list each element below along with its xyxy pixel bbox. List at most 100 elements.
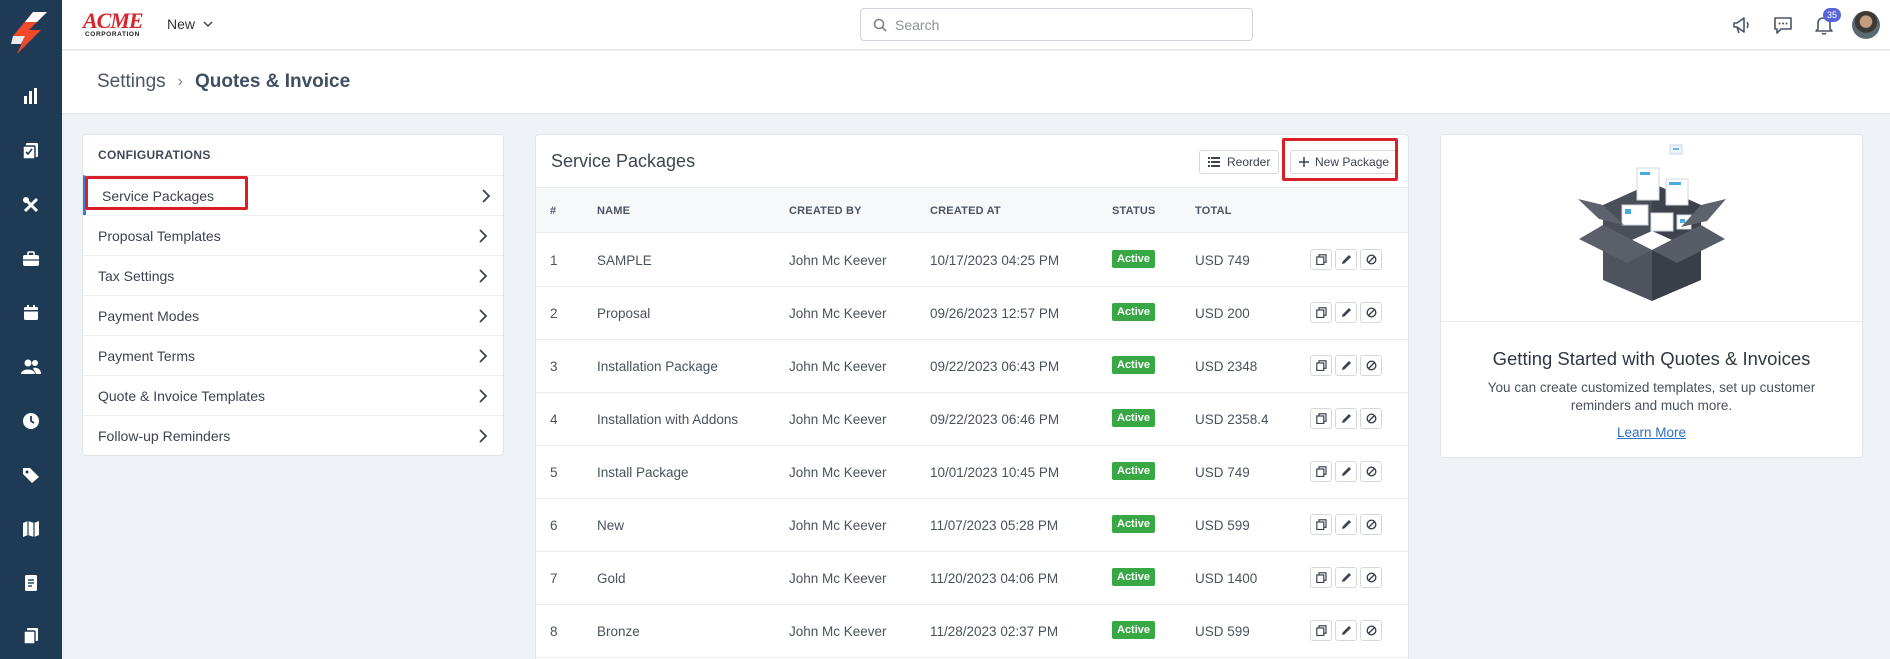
disable-button[interactable]: [1360, 620, 1382, 641]
config-item-label: Quote & Invoice Templates: [98, 387, 266, 404]
config-item-tax-settings[interactable]: Tax Settings: [83, 255, 503, 295]
config-item-proposal-templates[interactable]: Proposal Templates: [83, 215, 503, 255]
tag-icon[interactable]: [19, 463, 43, 487]
table-row[interactable]: 5 Install Package John Mc Keever 10/01/2023…: [536, 446, 1408, 499]
invoice-icon[interactable]: [19, 571, 43, 595]
search-box[interactable]: [860, 8, 1253, 41]
edit-button[interactable]: [1335, 567, 1357, 588]
cell-total: USD 599: [1195, 624, 1250, 639]
column-header-name[interactable]: NAME: [597, 205, 630, 217]
users-icon[interactable]: [19, 355, 43, 379]
learn-more-link[interactable]: Learn More: [1441, 425, 1862, 440]
copy-button[interactable]: [1310, 461, 1332, 482]
column-header-num[interactable]: #: [550, 205, 556, 217]
disable-icon: [1365, 360, 1377, 371]
config-item-payment-modes[interactable]: Payment Modes: [83, 295, 503, 335]
dashboard-icon[interactable]: [19, 84, 43, 108]
briefcase-icon[interactable]: [19, 247, 43, 271]
cell-total: USD 749: [1195, 465, 1250, 480]
cell-created-at: 09/22/2023 06:46 PM: [930, 412, 1060, 427]
disable-icon: [1365, 625, 1377, 636]
table-row[interactable]: 7 Gold John Mc Keever 11/20/2023 04:06 PM US…: [536, 552, 1408, 605]
copy-button[interactable]: [1310, 408, 1332, 429]
copy-icon: [1315, 466, 1327, 477]
table-row[interactable]: 3 Installation Package John Mc Keever 09/22…: [536, 340, 1408, 393]
copy-icon: [1315, 307, 1327, 318]
cell-num: 6: [550, 518, 558, 533]
edit-button[interactable]: [1335, 302, 1357, 323]
disable-button[interactable]: [1360, 567, 1382, 588]
left-nav-rail: [0, 0, 62, 659]
map-icon[interactable]: [19, 517, 43, 541]
search-input[interactable]: [895, 16, 1235, 33]
disable-icon: [1365, 413, 1377, 424]
calendar-icon[interactable]: [19, 301, 43, 325]
column-header-status[interactable]: STATUS: [1112, 205, 1156, 217]
cell-name: Installation Package: [597, 359, 718, 374]
new-dropdown-label: New: [167, 16, 196, 32]
chevron-down-icon: [203, 20, 213, 27]
new-package-highlight: [1282, 138, 1398, 181]
config-item-payment-terms[interactable]: Payment Terms: [83, 335, 503, 375]
chat-icon[interactable]: [1771, 13, 1795, 37]
copy-button[interactable]: [1310, 620, 1332, 641]
disable-button[interactable]: [1360, 514, 1382, 535]
copy-button[interactable]: [1310, 249, 1332, 270]
copy-button[interactable]: [1310, 567, 1332, 588]
edit-button[interactable]: [1335, 355, 1357, 376]
copy-button[interactable]: [1310, 355, 1332, 376]
breadcrumb-settings-link[interactable]: Settings: [97, 71, 166, 93]
company-logo[interactable]: ACME CORPORATION: [83, 10, 147, 39]
avatar[interactable]: [1852, 11, 1880, 39]
edit-button[interactable]: [1335, 514, 1357, 535]
table-row[interactable]: 8 Bronze John Mc Keever 11/28/2023 02:37 PM…: [536, 605, 1408, 658]
column-header-created-by[interactable]: CREATED BY: [789, 205, 862, 217]
edit-button[interactable]: [1335, 620, 1357, 641]
disable-button[interactable]: [1360, 302, 1382, 323]
cell-created-at: 10/01/2023 10:45 PM: [930, 465, 1060, 480]
cell-created-by: John Mc Keever: [789, 624, 887, 639]
disable-button[interactable]: [1360, 355, 1382, 376]
getting-started-title: Getting Started with Quotes & Invoices: [1492, 348, 1811, 369]
cell-num: 2: [550, 306, 558, 321]
page-title: Quotes & Invoice: [194, 71, 351, 92]
new-dropdown[interactable]: New: [167, 16, 213, 32]
copy-icon: [1315, 625, 1327, 636]
copy-button[interactable]: [1310, 514, 1332, 535]
disable-button[interactable]: [1360, 461, 1382, 482]
table-row[interactable]: 2 Proposal John Mc Keever 09/26/2023 12:57 …: [536, 287, 1408, 340]
tools-icon[interactable]: [19, 193, 43, 217]
page-header: Settings › Quotes & Invoice: [62, 51, 1890, 114]
breadcrumb-separator-icon: ›: [177, 73, 183, 90]
column-header-total[interactable]: TOTAL: [1195, 205, 1232, 217]
cell-total: USD 2348: [1195, 359, 1258, 374]
edit-button[interactable]: [1335, 461, 1357, 482]
clock-icon[interactable]: [19, 409, 43, 433]
cell-num: 1: [550, 253, 558, 268]
edit-icon: [1341, 307, 1352, 318]
config-item-follow-up-reminders[interactable]: Follow-up Reminders: [83, 415, 503, 455]
cell-num: 7: [550, 571, 558, 586]
chevron-right-icon: [479, 389, 488, 403]
table-row[interactable]: 4 Installation with Addons John Mc Keever 0…: [536, 393, 1408, 446]
edit-icon: [1341, 413, 1352, 424]
disable-button[interactable]: [1360, 408, 1382, 429]
documents-icon[interactable]: [19, 624, 43, 648]
cell-created-by: John Mc Keever: [789, 412, 887, 427]
table-row[interactable]: 6 New John Mc Keever 11/07/2023 05:28 PM USD…: [536, 499, 1408, 552]
edit-button[interactable]: [1335, 408, 1357, 429]
config-item-quote-invoice-templates[interactable]: Quote & Invoice Templates: [83, 375, 503, 415]
column-header-created-at[interactable]: CREATED AT: [930, 205, 1001, 217]
copy-button[interactable]: [1310, 302, 1332, 323]
app-logo-icon[interactable]: [11, 10, 51, 56]
reorder-button[interactable]: Reorder: [1199, 150, 1280, 174]
megaphone-icon[interactable]: [1730, 13, 1754, 37]
estimates-icon[interactable]: [19, 139, 43, 163]
edit-button[interactable]: [1335, 249, 1357, 270]
status-badge: Active: [1112, 356, 1156, 374]
table-row[interactable]: 1 SAMPLE John Mc Keever 10/17/2023 04:25 PM…: [536, 234, 1408, 287]
disable-button[interactable]: [1360, 249, 1382, 270]
cell-created-at: 11/28/2023 02:37 PM: [930, 624, 1059, 639]
configurations-title: CONFIGURATIONS: [98, 148, 211, 162]
cell-total: USD 599: [1195, 518, 1250, 533]
